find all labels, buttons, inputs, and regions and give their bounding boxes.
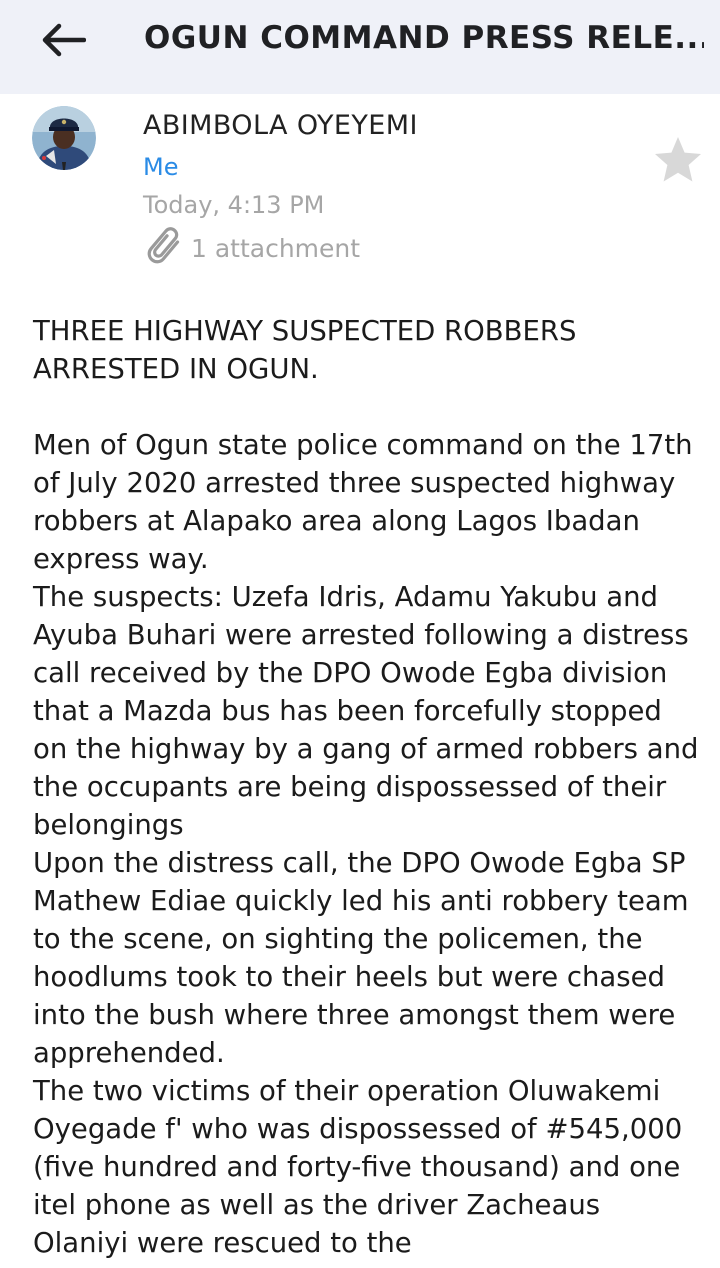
back-button[interactable] — [36, 18, 90, 62]
press-release-heading: THREE HIGHWAY SUSPECTED ROBBERS ARRESTED… — [33, 315, 586, 385]
arrow-left-icon — [42, 23, 86, 57]
star-button[interactable] — [652, 134, 704, 186]
message-timestamp: Today, 4:13 PM — [143, 191, 325, 219]
sender-name[interactable]: ABIMBOLA OYEYEMI — [143, 110, 418, 141]
body-paragraph: Men of Ogun state police command on the … — [33, 429, 702, 575]
email-body: THREE HIGHWAY SUSPECTED ROBBERS ARRESTED… — [33, 312, 703, 1262]
recipient-label[interactable]: Me — [143, 153, 178, 181]
avatar-image — [32, 106, 96, 170]
email-subject-title: OGUN COMMAND PRESS RELE... — [144, 20, 704, 56]
app-header: OGUN COMMAND PRESS RELE... — [0, 0, 720, 94]
body-paragraph: The suspects: Uzefa Idris, Adamu Yakubu … — [33, 581, 708, 841]
attachment-label: 1 attachment — [191, 233, 361, 263]
star-icon — [655, 137, 701, 182]
paperclip-icon — [147, 227, 180, 264]
body-paragraph: Upon the distress call, the DPO Owode Eg… — [33, 847, 698, 1069]
body-paragraph: The two victims of their operation Oluwa… — [33, 1075, 691, 1259]
sender-avatar[interactable] — [32, 106, 96, 170]
attachment-link[interactable]: 1 attachment — [143, 226, 360, 270]
